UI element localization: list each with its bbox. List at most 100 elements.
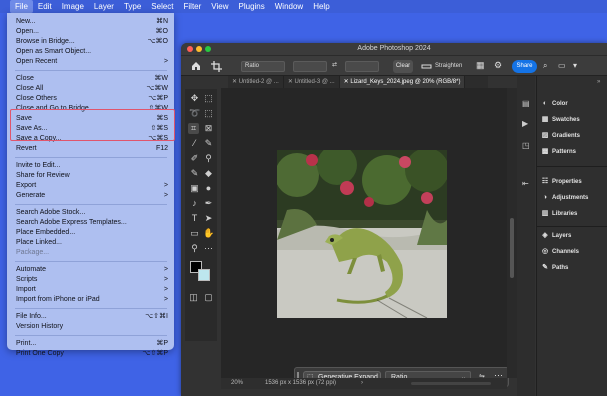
rectangle-tool-icon[interactable]: ▭ — [189, 228, 200, 239]
close-window-button[interactable] — [187, 46, 193, 52]
menu-layer[interactable]: Layer — [89, 0, 119, 13]
panel-patterns[interactable]: ▩ Patterns — [541, 146, 576, 158]
pen-tool-icon[interactable]: ✒ — [203, 198, 214, 209]
move-tool-icon[interactable]: ✥ — [189, 93, 200, 104]
more-tools-icon[interactable]: ⋯ — [203, 243, 214, 254]
dodge-tool-icon[interactable]: ♪ — [189, 198, 200, 209]
menu-help[interactable]: Help — [308, 0, 334, 13]
crop-width-field[interactable] — [293, 61, 327, 72]
menu-item-version-history[interactable]: Version History — [16, 322, 168, 332]
actions-icon[interactable]: ▶ — [522, 119, 528, 128]
history-icon[interactable]: ▤ — [522, 99, 530, 108]
eraser-tool-icon[interactable]: ◆ — [203, 168, 214, 179]
clear-button[interactable]: Clear — [393, 60, 413, 73]
swap-dimensions-icon[interactable]: ⇄ — [332, 61, 337, 68]
panel-color[interactable]: ◐ Color — [541, 98, 568, 110]
menu-file[interactable]: File — [10, 0, 33, 13]
lasso-tool-icon[interactable]: ➰ — [189, 108, 200, 119]
crop-tool-selected-icon[interactable]: ⌗ — [188, 123, 199, 134]
history-brush-tool-icon[interactable]: ✎ — [189, 168, 200, 179]
zoom-level[interactable]: 20% — [231, 378, 243, 389]
menu-item-open-as-smart-object[interactable]: Open as Smart Object... — [16, 47, 168, 57]
menu-item-scripts[interactable]: Scripts > — [16, 275, 168, 285]
marquee-tool-icon[interactable]: ⬚ — [203, 93, 214, 104]
gear-icon[interactable]: ⚙ — [494, 60, 502, 71]
menu-item-generate[interactable]: Generate > — [16, 191, 168, 201]
workspace-icon[interactable]: ▭ — [558, 61, 566, 70]
status-chevron-icon[interactable]: › — [361, 378, 363, 389]
quick-mask-icon[interactable]: ◫ — [188, 292, 199, 303]
menu-item-open-recent[interactable]: Open Recent > — [16, 57, 168, 67]
menu-type[interactable]: Type — [119, 0, 146, 13]
menu-item-search-adobe-express-templates[interactable]: Search Adobe Express Templates... — [16, 218, 168, 228]
horizontal-scrollbar[interactable] — [411, 382, 491, 385]
grid-overlay-icon[interactable]: ▦ — [476, 60, 485, 71]
tab-untitled-2[interactable]: ✕ Untitled-2 @ ... — [228, 76, 284, 88]
panel-properties[interactable]: ☷ Properties — [541, 176, 582, 188]
search-icon[interactable]: ⌕ — [543, 61, 547, 71]
blur-tool-icon[interactable]: ● — [203, 183, 214, 194]
straighten-icon[interactable] — [421, 61, 432, 72]
menu-item-new[interactable]: New... ⌘N — [16, 17, 168, 27]
spot-healing-tool-icon[interactable]: ✎ — [203, 138, 214, 149]
hand-tool-icon[interactable]: ✋ — [203, 228, 214, 239]
brush-tool-icon[interactable]: ✐ — [189, 153, 200, 164]
background-color-swatch[interactable] — [198, 269, 210, 281]
path-selection-tool-icon[interactable]: ➤ — [203, 213, 214, 224]
eyedropper-tool-icon[interactable]: ⁄ — [189, 138, 200, 149]
aspect-ratio-select[interactable]: Ratio — [241, 61, 285, 72]
menu-select[interactable]: Select — [146, 0, 178, 13]
share-button[interactable]: Share — [512, 60, 537, 73]
menu-item-share-for-review[interactable]: Share for Review — [16, 171, 168, 181]
type-tool-icon[interactable]: T — [189, 213, 200, 224]
object-selection-tool-icon[interactable]: ⬚ — [203, 108, 214, 119]
comments-icon[interactable]: ◳ — [522, 141, 530, 150]
panel-layers[interactable]: ◈ Layers — [541, 230, 571, 242]
menu-filter[interactable]: Filter — [179, 0, 207, 13]
screen-mode-icon[interactable]: ▢ — [203, 292, 214, 303]
crop-height-field[interactable] — [345, 61, 379, 72]
panel-channels[interactable]: ◎ Channels — [541, 246, 579, 258]
minimize-window-button[interactable] — [196, 46, 202, 52]
menu-item-export[interactable]: Export > — [16, 181, 168, 191]
menu-item-file-info[interactable]: File Info... ⌥⇧⌘I — [16, 312, 168, 322]
canvas-area[interactable]: ⬚ Generative Expand Ratio ⌄ ⇋ ⋯ — [221, 88, 509, 387]
menu-item-revert[interactable]: Revert F12 — [16, 144, 168, 154]
document-info[interactable]: 1536 px x 1536 px (72 ppi) — [265, 378, 336, 389]
menu-item-open[interactable]: Open... ⌘O — [16, 27, 168, 37]
menu-item-print[interactable]: Print... ⌘P — [16, 339, 168, 349]
panel-libraries[interactable]: ▥ Libraries — [541, 208, 578, 220]
menu-item-print-one-copy[interactable]: Print One Copy ⌥⇧⌘P — [16, 349, 168, 359]
menu-item-close-all[interactable]: Close All ⌥⌘W — [16, 84, 168, 94]
menu-edit[interactable]: Edit — [33, 0, 57, 13]
zoom-tool-icon[interactable]: ⚲ — [189, 243, 200, 254]
panel-swatches[interactable]: ▦ Swatches — [541, 114, 580, 126]
collapse-panels-icon[interactable]: » — [597, 79, 600, 85]
menu-item-close[interactable]: Close ⌘W — [16, 74, 168, 84]
menu-window[interactable]: Window — [270, 0, 308, 13]
menu-plugins[interactable]: Plugins — [234, 0, 270, 13]
menu-item-place-embedded[interactable]: Place Embedded... — [16, 228, 168, 238]
menu-item-import-from-iphone-or-ipad[interactable]: Import from iPhone or iPad > — [16, 295, 168, 305]
zoom-window-button[interactable] — [205, 46, 211, 52]
tab-untitled-3[interactable]: ✕ Untitled-3 @ ... — [284, 76, 340, 88]
chevron-down-icon[interactable]: ▾ — [573, 61, 577, 70]
menu-item-search-adobe-stock[interactable]: Search Adobe Stock... — [16, 208, 168, 218]
menu-item-import[interactable]: Import > — [16, 285, 168, 295]
panel-paths[interactable]: ✎ Paths — [541, 262, 568, 274]
menu-item-invite-to-edit[interactable]: Invite to Edit... — [16, 161, 168, 171]
panel-adjustments[interactable]: ◑ Adjustments — [541, 192, 588, 204]
panel-gradients[interactable]: ▨ Gradients — [541, 130, 580, 142]
gradient-tool-icon[interactable]: ▣ — [189, 183, 200, 194]
clone-stamp-tool-icon[interactable]: ⚲ — [203, 153, 214, 164]
menu-item-place-linked[interactable]: Place Linked... — [16, 238, 168, 248]
home-icon[interactable] — [191, 61, 201, 71]
vertical-scrollbar[interactable] — [507, 88, 517, 378]
frame-tool-icon[interactable]: ⊠ — [203, 123, 214, 134]
crop-tool-icon[interactable] — [211, 61, 222, 72]
straighten-button[interactable]: Straighten — [435, 63, 462, 69]
tab-lizard-keys[interactable]: ✕ Lizard_Keys_2024.jpeg @ 20% (RGB/8*) — [339, 76, 466, 88]
brush-settings-icon[interactable]: ⇤ — [522, 179, 529, 188]
menu-item-browse-in-bridge[interactable]: Browse in Bridge... ⌥⌘O — [16, 37, 168, 47]
scrollbar-thumb[interactable] — [510, 218, 514, 278]
